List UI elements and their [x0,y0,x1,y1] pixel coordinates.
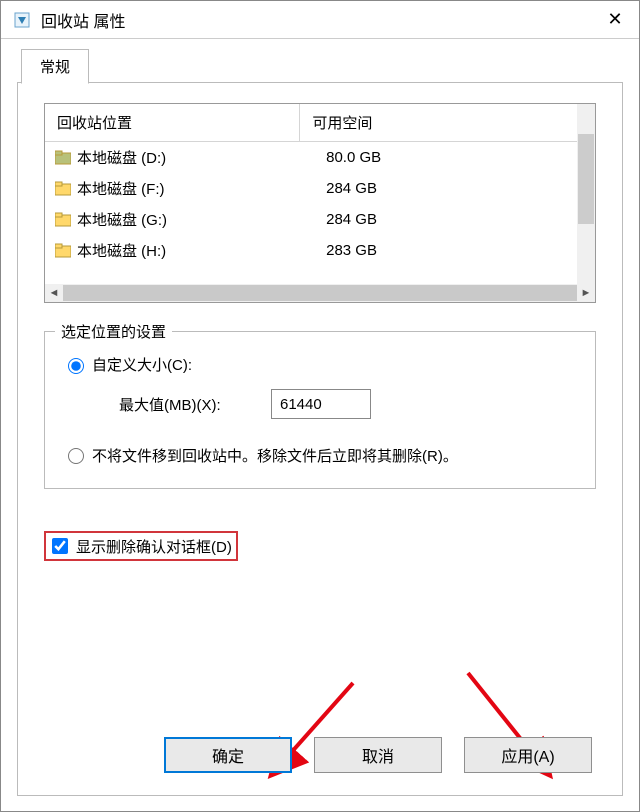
apply-button[interactable]: 应用(A) [464,737,592,773]
confirm-delete-label: 显示删除确认对话框(D) [76,536,232,557]
list-header: 回收站位置 可用空间 [45,104,595,142]
location-list[interactable]: 回收站位置 可用空间 本地磁盘 (D:)80.0 GB本地磁盘 (F:)284 … [44,103,596,303]
table-row[interactable]: 本地磁盘 (F:)284 GB [45,173,595,204]
radio-no-recycle[interactable]: 不将文件移到回收站中。移除文件后立即将其删除(R)。 [63,445,577,466]
column-location[interactable]: 回收站位置 [45,104,300,141]
radio-no-recycle-input[interactable] [68,448,84,464]
tab-general[interactable]: 常规 [21,49,89,84]
annotation-highlight: 显示删除确认对话框(D) [44,531,238,561]
annotation-arrow-icon [258,673,378,793]
ok-button[interactable]: 确定 [164,737,292,773]
window-title: 回收站 属性 [41,8,591,32]
titlebar: 回收站 属性 ✕ [1,1,639,39]
table-row[interactable]: 本地磁盘 (H:)283 GB [45,235,595,266]
confirm-delete-checkbox[interactable] [52,538,68,554]
max-size-input[interactable] [271,389,371,419]
table-row[interactable]: 本地磁盘 (G:)284 GB [45,204,595,235]
drive-label: 本地磁盘 (F:) [77,178,312,199]
vertical-scrollbar[interactable] [577,104,595,284]
recycle-bin-icon [13,11,31,29]
radio-custom-size-input[interactable] [68,358,84,374]
settings-group: 选定位置的设置 自定义大小(C): 最大值(MB)(X): 不将文件移到回收站中… [44,331,596,489]
drive-label: 本地磁盘 (G:) [77,209,312,230]
drive-available: 284 GB [312,180,595,197]
scroll-left-icon[interactable]: ◄ [45,284,63,302]
group-legend: 选定位置的设置 [55,321,172,342]
close-button[interactable]: ✕ [591,1,639,38]
drive-label: 本地磁盘 (D:) [77,147,312,168]
drive-available: 80.0 GB [312,149,595,166]
annotation-arrow-icon [438,663,578,793]
radio-no-recycle-label: 不将文件移到回收站中。移除文件后立即将其删除(R)。 [92,445,577,466]
radio-custom-size-label: 自定义大小(C): [92,354,192,375]
max-size-label: 最大值(MB)(X): [119,394,271,415]
scroll-right-icon[interactable]: ► [577,284,595,302]
tab-panel: 回收站位置 可用空间 本地磁盘 (D:)80.0 GB本地磁盘 (F:)284 … [17,82,623,796]
drive-available: 284 GB [312,211,595,228]
folder-icon [55,212,71,228]
radio-custom-size[interactable]: 自定义大小(C): [63,354,577,375]
folder-icon [55,243,71,259]
column-available[interactable]: 可用空间 [300,104,577,141]
table-row[interactable]: 本地磁盘 (D:)80.0 GB [45,142,595,173]
drive-label: 本地磁盘 (H:) [77,240,312,261]
folder-icon [55,181,71,197]
drive-available: 283 GB [312,242,595,259]
folder-icon [55,150,71,166]
horizontal-scrollbar[interactable]: ◄ ► [45,284,595,302]
cancel-button[interactable]: 取消 [314,737,442,773]
